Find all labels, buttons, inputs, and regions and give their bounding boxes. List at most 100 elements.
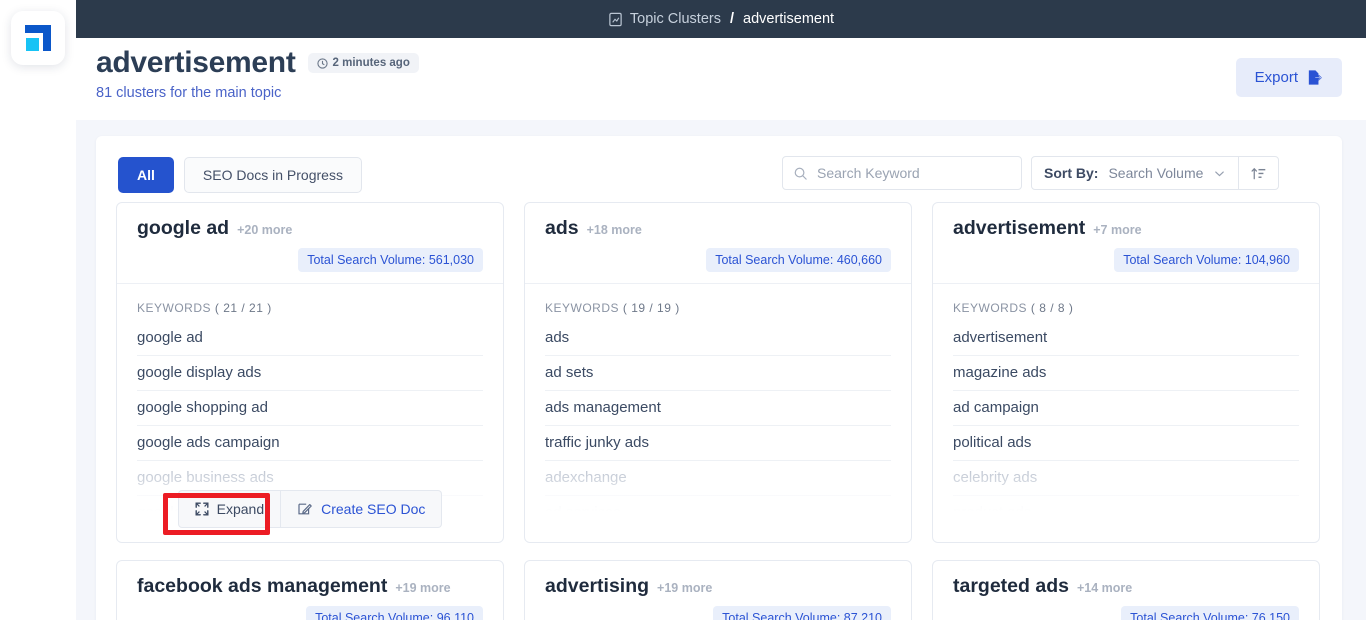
keyword-item[interactable]: advertisement — [953, 321, 1299, 356]
cluster-more-count: +14 more — [1076, 581, 1133, 595]
keywords-caption: KEYWORDS ( 21 / 21 ) — [117, 284, 503, 321]
cluster-name: targeted ads — [953, 575, 1069, 597]
expand-arrows-icon — [195, 502, 209, 516]
create-seo-doc-button[interactable]: Create SEO Doc — [281, 490, 443, 528]
cluster-card[interactable]: advertisement +7 more Total Search Volum… — [932, 202, 1320, 543]
cluster-more-count: +20 more — [237, 223, 293, 237]
keyword-item[interactable]: ads — [545, 321, 891, 356]
create-seo-doc-label: Create SEO Doc — [321, 501, 426, 517]
cluster-card-header: google ad +20 more Total Search Volume: … — [117, 203, 503, 284]
keyword-item[interactable]: ad campaign — [953, 391, 1299, 426]
cluster-card[interactable]: advertising +19 more Total Search Volume… — [524, 560, 912, 620]
sort-value: Search Volume — [1108, 165, 1204, 181]
cluster-card[interactable]: ads +18 more Total Search Volume: 460,66… — [524, 202, 912, 543]
cluster-card[interactable]: google ad +20 more Total Search Volume: … — [116, 202, 504, 543]
page-title: advertisement — [96, 46, 296, 79]
top-bar: Topic Clusters / advertisement — [76, 0, 1366, 38]
expand-button-label: Expand — [216, 501, 265, 517]
cluster-more-count: +19 more — [395, 581, 451, 595]
keyword-item[interactable]: political ads — [953, 426, 1299, 461]
keywords-caption-text: KEYWORDS — [545, 301, 620, 315]
cluster-card-actions: Expand Create SEO Doc — [117, 490, 503, 528]
updated-badge-text: 2 minutes ago — [332, 57, 410, 69]
breadcrumb: Topic Clusters / advertisement — [608, 11, 834, 27]
breadcrumb-parent[interactable]: Topic Clusters — [630, 11, 721, 27]
cluster-name: ads — [545, 217, 579, 239]
file-export-icon — [1306, 69, 1323, 86]
header-left: advertisement 2 minutes ago 81 clusters … — [96, 46, 419, 101]
keyword-item[interactable]: traffic junky ads — [545, 426, 891, 461]
breadcrumb-separator: / — [729, 11, 734, 27]
panel-toolbar: All SEO Docs in Progress Sort By: Search… — [96, 136, 1342, 210]
cluster-more-count: +19 more — [657, 581, 713, 595]
keyword-item[interactable]: product ads — [953, 496, 1299, 531]
export-button[interactable]: Export — [1235, 58, 1342, 97]
updated-badge: 2 minutes ago — [307, 53, 419, 73]
sort-label: Sort By: — [1044, 165, 1099, 181]
keyword-item[interactable]: magazine ads — [953, 356, 1299, 391]
sort-direction-button[interactable] — [1238, 157, 1278, 189]
keywords-count: ( 19 / 19 ) — [622, 301, 680, 315]
sort-select[interactable]: Sort By: Search Volume — [1032, 157, 1238, 189]
total-search-volume-badge: Total Search Volume: 561,030 — [298, 248, 483, 272]
total-search-volume-badge: Total Search Volume: 87,210 — [713, 606, 891, 620]
keyword-item[interactable]: google display ads — [137, 356, 483, 391]
app-logo[interactable] — [11, 11, 65, 65]
left-rail — [0, 0, 76, 620]
keyword-item[interactable]: adexchange — [545, 461, 891, 496]
cluster-card[interactable]: facebook ads management +19 more Total S… — [116, 560, 504, 620]
keywords-count: ( 8 / 8 ) — [1030, 301, 1074, 315]
page-subtitle: 81 clusters for the main topic — [96, 85, 282, 101]
keyword-item[interactable]: celebrity ads — [953, 461, 1299, 496]
cluster-more-count: +7 more — [1093, 223, 1142, 237]
clusters-grid: google ad +20 more Total Search Volume: … — [116, 202, 1326, 620]
edit-square-icon — [297, 501, 313, 517]
cluster-name: facebook ads management — [137, 575, 388, 597]
cluster-name: advertising — [545, 575, 650, 597]
cluster-card-header: advertisement +7 more Total Search Volum… — [933, 203, 1319, 284]
export-button-label: Export — [1254, 69, 1298, 86]
app-root: Topic Clusters / advertisement advertise… — [0, 0, 1366, 620]
search-input[interactable] — [817, 165, 1011, 181]
document-chart-icon — [608, 12, 623, 27]
filter-tabs: All SEO Docs in Progress — [118, 157, 362, 193]
keywords-caption-text: KEYWORDS — [953, 301, 1028, 315]
keyword-item[interactable]: ads management — [545, 391, 891, 426]
cluster-name: google ad — [137, 217, 230, 239]
keywords-caption: KEYWORDS ( 8 / 8 ) — [933, 284, 1319, 321]
keyword-item[interactable]: google shopping ad — [137, 391, 483, 426]
tab-all[interactable]: All — [118, 157, 174, 193]
total-search-volume-badge: Total Search Volume: 76,150 — [1121, 606, 1299, 620]
cluster-card-header: advertising +19 more Total Search Volume… — [525, 561, 911, 620]
total-search-volume-badge: Total Search Volume: 460,660 — [706, 248, 891, 272]
keywords-caption-text: KEYWORDS — [137, 301, 212, 315]
cluster-name: advertisement — [953, 217, 1086, 239]
expand-button[interactable]: Expand — [177, 490, 282, 528]
keywords-list: ads ad sets ads management traffic junky… — [525, 321, 911, 531]
clock-icon — [316, 57, 328, 69]
keyword-item[interactable]: ad sets — [545, 356, 891, 391]
chevron-down-icon — [1213, 167, 1226, 180]
cluster-card-header: targeted ads +14 more Total Search Volum… — [933, 561, 1319, 620]
clusters-panel: All SEO Docs in Progress Sort By: Search… — [96, 136, 1342, 620]
keyword-item[interactable]: ad services — [545, 496, 891, 531]
keywords-caption: KEYWORDS ( 19 / 19 ) — [525, 284, 911, 321]
search-icon — [793, 166, 808, 181]
cluster-card-header: facebook ads management +19 more Total S… — [117, 561, 503, 620]
keyword-item[interactable]: google ads campaign — [137, 426, 483, 461]
keywords-count: ( 21 / 21 ) — [214, 301, 272, 315]
total-search-volume-badge: Total Search Volume: 104,960 — [1114, 248, 1299, 272]
sort-control: Sort By: Search Volume — [1031, 156, 1280, 190]
sort-ascending-icon — [1250, 165, 1267, 182]
keywords-list: advertisement magazine ads ad campaign p… — [933, 321, 1319, 531]
cluster-card[interactable]: targeted ads +14 more Total Search Volum… — [932, 560, 1320, 620]
search-box[interactable] — [782, 156, 1022, 190]
total-search-volume-badge: Total Search Volume: 96,110 — [306, 606, 483, 620]
cluster-card-header: ads +18 more Total Search Volume: 460,66… — [525, 203, 911, 284]
breadcrumb-current: advertisement — [743, 11, 835, 27]
logo-icon — [25, 25, 51, 51]
cluster-more-count: +18 more — [586, 223, 642, 237]
keyword-item[interactable]: google ad — [137, 321, 483, 356]
page-header: advertisement 2 minutes ago 81 clusters … — [76, 38, 1366, 120]
tab-seo-docs-in-progress[interactable]: SEO Docs in Progress — [183, 157, 362, 193]
